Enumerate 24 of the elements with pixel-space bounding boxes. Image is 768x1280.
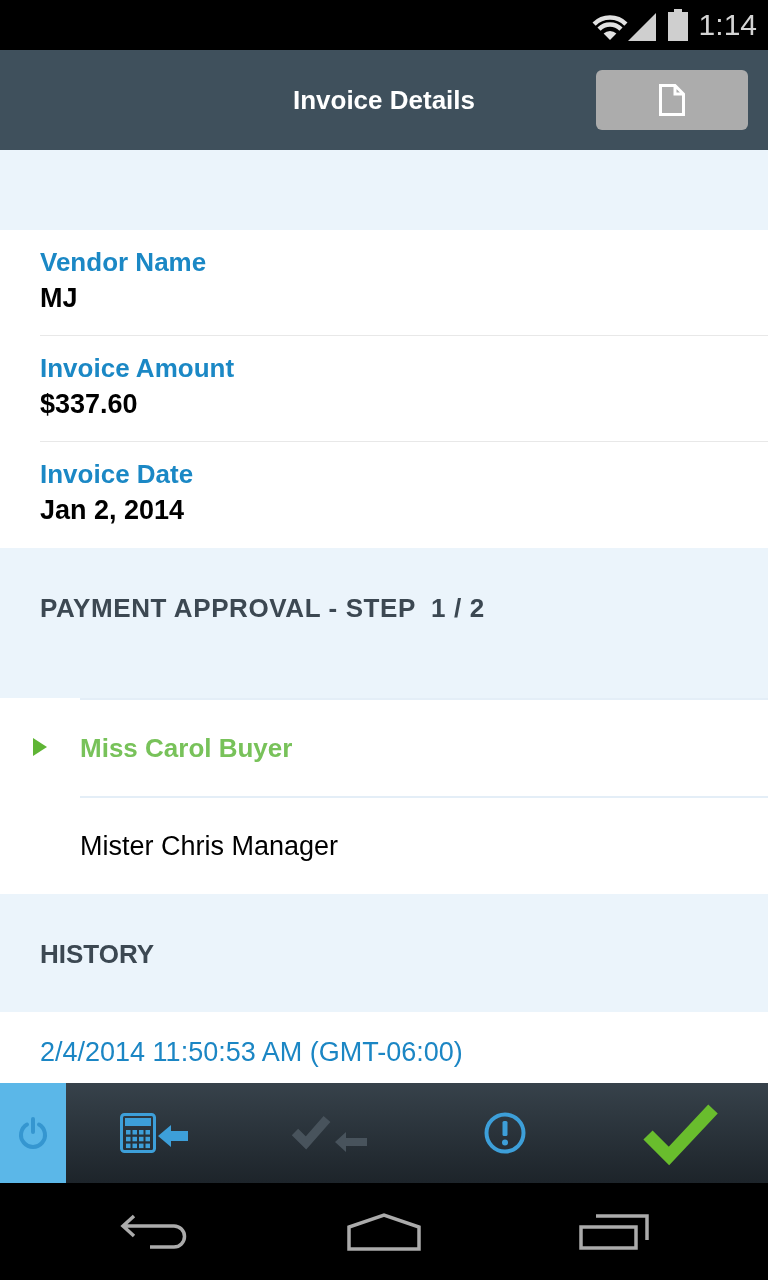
recents-icon <box>579 1213 649 1250</box>
back-icon <box>120 1213 188 1250</box>
field-label: Vendor Name <box>40 246 207 278</box>
approver-name: Miss Carol Buyer <box>80 732 293 765</box>
history-timestamp: 2/4/2014 11:50:53 AM (GMT-06:00) <box>40 1036 463 1069</box>
field-value: MJ <box>40 282 78 315</box>
field-value: $337.60 <box>40 388 138 421</box>
signal-icon <box>627 13 656 41</box>
section-title: PAYMENT APPROVAL - STEP 1 / 2 <box>40 593 485 623</box>
calculator-arrow-icon <box>119 1113 188 1153</box>
document-icon <box>659 84 685 116</box>
field-value: Jan 2, 2014 <box>40 494 185 527</box>
section-title: HISTORY <box>40 939 155 969</box>
wifi-icon <box>591 13 628 41</box>
approver-name: Mister Chris Manager <box>80 830 339 863</box>
screen-title: Invoice Details <box>292 84 476 116</box>
check-arrow-icon <box>291 1113 368 1153</box>
home-icon <box>347 1212 421 1251</box>
field-label: Invoice Amount <box>40 352 235 384</box>
power-icon <box>18 1117 48 1149</box>
exclamation-icon <box>483 1112 526 1154</box>
status-time: 1:14 <box>698 8 757 42</box>
battery-icon <box>667 9 688 41</box>
field-label: Invoice Date <box>40 458 194 490</box>
